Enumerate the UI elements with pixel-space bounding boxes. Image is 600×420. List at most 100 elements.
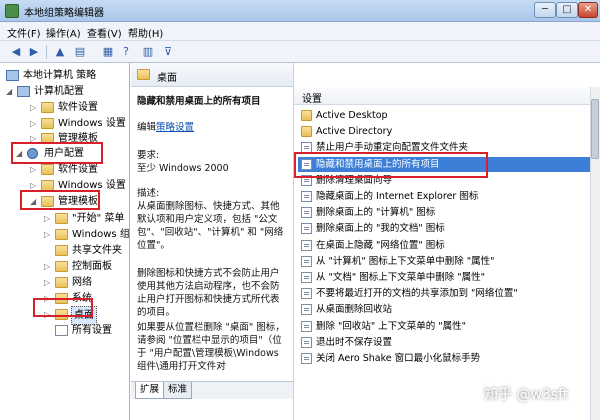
edit-policy-link[interactable]: 策略设置 (156, 122, 194, 133)
setting-icon (301, 272, 312, 283)
list-item[interactable]: 从桌面删除回收站 (298, 302, 590, 317)
collapse-arrow-icon[interactable]: ◢ (6, 83, 16, 100)
folder-icon (55, 245, 68, 256)
expand-arrow-icon[interactable]: ▷ (44, 226, 54, 243)
minimize-button[interactable]: ─ (534, 2, 556, 18)
list-item[interactable]: 删除桌面上的 "我的文档" 图标 (298, 221, 590, 236)
list-item-label: 在桌面上隐藏 "网络位置" 图标 (316, 239, 445, 251)
list-item[interactable]: 不要将最近打开的文档的共享添加到 "网络位置" (298, 286, 590, 301)
maximize-button[interactable]: □ (556, 2, 578, 18)
highlight-user-config (11, 142, 103, 164)
list-item-label: Active Directory (316, 126, 393, 138)
list-item-label: 隐藏桌面上的 Internet Explorer 图标 (316, 191, 479, 202)
tree-control-panel[interactable]: ▷ 控制面板 (44, 258, 129, 275)
folder-icon (137, 69, 150, 80)
setting-icon (301, 304, 312, 316)
highlight-desktop (33, 298, 93, 317)
expand-arrow-icon[interactable]: ▷ (44, 258, 54, 275)
filter-icon[interactable]: ⊽ (160, 44, 176, 59)
setting-icon (301, 207, 312, 219)
menu-bar: 文件(F) 操作(A) 查看(V) 帮助(H) (0, 22, 600, 41)
folder-icon (41, 164, 54, 175)
list-item-label: 删除 "回收站" 上下文菜单的 "属性" (316, 320, 467, 332)
tree-windows-components[interactable]: ▷ Windows 组 (44, 226, 129, 243)
settings-list-icon (55, 325, 68, 336)
setting-icon (301, 191, 312, 202)
tree-start-menu[interactable]: ▷ "开始" 菜单 (44, 210, 129, 227)
settings-list-pane: 设置 Active Desktop Active Directory 禁止用户手动重… (293, 63, 600, 420)
list-item-label: 从桌面删除回收站 (316, 304, 393, 316)
description-para-1: 从桌面删除图标、快捷方式、其他默认项和用户定义项，包括 "公文包"、"回收站"、… (137, 201, 284, 251)
list-item-label: 退出时不保存设置 (316, 336, 393, 348)
close-button[interactable]: ✕ (578, 2, 598, 18)
up-folder-icon[interactable]: ▲ (52, 44, 68, 59)
folder-icon (41, 102, 54, 113)
setting-icon (301, 353, 312, 364)
tree-all-settings[interactable]: 所有设置 (44, 322, 129, 339)
description-label: 描述: (137, 188, 160, 199)
list-item[interactable]: 隐藏桌面上的 Internet Explorer 图标 (298, 189, 590, 204)
help-icon[interactable]: ? (118, 44, 134, 59)
list-item[interactable]: 退出时不保存设置 (298, 335, 590, 350)
window-title: 本地组策略编辑器 (24, 8, 104, 19)
edit-policy-line: 编辑策略设置 (137, 121, 287, 134)
tab-extended[interactable]: 扩展 (135, 382, 165, 399)
tree-cc-software[interactable]: ▷ 软件设置 (30, 99, 129, 116)
back-arrow-icon[interactable]: ◀ (8, 44, 24, 59)
edit-prefix: 编辑 (137, 122, 157, 133)
menu-action[interactable]: 操作(A) (46, 25, 81, 40)
list-item[interactable]: Active Directory (298, 124, 590, 139)
highlight-hide-desktop-items (294, 152, 488, 178)
requires-label: 要求: (137, 150, 160, 161)
expand-arrow-icon[interactable]: ▷ (44, 210, 54, 227)
description-header-title: 桌面 (157, 73, 177, 84)
setting-icon (301, 255, 312, 267)
list-item[interactable]: 删除 "回收站" 上下文菜单的 "属性" (298, 319, 590, 334)
list-item-label: 不要将最近打开的文档的共享添加到 "网络位置" (316, 288, 518, 300)
scrollbar-thumb[interactable] (591, 99, 599, 159)
list-item-label: 关闭 Aero Shake 窗口最小化鼠标手势 (316, 353, 481, 364)
tree-shared-folders[interactable]: 共享文件夹 (44, 242, 129, 259)
list-item-label: Active Desktop (316, 110, 388, 121)
list-item-label: 删除桌面上的 "我的文档" 图标 (316, 223, 445, 235)
setting-icon (301, 320, 312, 332)
folder-icon (55, 229, 68, 240)
list-item[interactable]: 关闭 Aero Shake 窗口最小化鼠标手势 (298, 351, 590, 366)
folder-icon (55, 261, 68, 272)
description-para-2: 删除图标和快捷方式不会防止用户使用其他方法启动程序，也不会防止用户打开图标和快捷… (137, 268, 280, 318)
policy-title: 隐藏和禁用桌面上的所有项目 (137, 96, 261, 107)
list-item[interactable]: 删除桌面上的 "计算机" 图标 (298, 205, 590, 220)
expand-arrow-icon[interactable]: ▷ (30, 99, 40, 116)
tree-root[interactable]: 本地计算机 策略 (6, 67, 129, 84)
show-hide-tree-icon[interactable]: ▤ (72, 44, 88, 59)
app-icon (5, 4, 19, 18)
column-setting-label: 设置 (302, 94, 322, 105)
setting-icon (301, 239, 312, 251)
list-item[interactable]: 从 "计算机" 图标上下文菜单中删除 "属性" (298, 254, 590, 269)
folder-icon (55, 213, 68, 224)
tree-pane[interactable]: 本地计算机 策略 ◢ 计算机配置 ▷ 软件设置 ▷ Windows 设置 ▷ 管… (2, 63, 130, 420)
list-column-header[interactable]: 设置 (294, 87, 594, 105)
expand-arrow-icon[interactable]: ▷ (44, 274, 54, 291)
list-item[interactable]: 从 "文档" 图标上下文菜单中删除 "属性" (298, 270, 590, 285)
title-bar[interactable]: 本地组策略编辑器 ─ □ ✕ (0, 0, 600, 22)
folder-icon (301, 110, 312, 121)
export-list-icon[interactable]: ▦ (100, 44, 116, 59)
watermark: 知乎 @w3sft (484, 387, 569, 403)
list-item[interactable]: 在桌面上隐藏 "网络位置" 图标 (298, 238, 590, 253)
list-item[interactable]: Active Desktop (298, 108, 590, 123)
list-item-label: 从 "计算机" 图标上下文菜单中删除 "属性" (316, 255, 495, 267)
forward-arrow-icon[interactable]: ▶ (26, 44, 42, 59)
menu-help[interactable]: 帮助(H) (128, 25, 163, 40)
menu-file[interactable]: 文件(F) (7, 25, 41, 40)
tree-computer-config[interactable]: ◢ 计算机配置 (6, 83, 129, 100)
properties-icon[interactable]: ▥ (140, 44, 156, 59)
toolbar: ◀ ▶ ▲ ▤ ▦ ? ▥ ⊽ (0, 41, 600, 63)
tab-standard[interactable]: 标准 (163, 382, 193, 399)
description-pane: 桌面 隐藏和禁用桌面上的所有项目 编辑策略设置 要求: 至少 Windows 2… (131, 63, 293, 420)
list-item-label: 从 "文档" 图标上下文菜单中删除 "属性" (316, 272, 486, 283)
list-item-label: 删除桌面上的 "计算机" 图标 (316, 207, 436, 219)
tree-network[interactable]: ▷ 网络 (44, 274, 129, 291)
menu-view[interactable]: 查看(V) (87, 25, 122, 40)
setting-icon (301, 223, 312, 235)
